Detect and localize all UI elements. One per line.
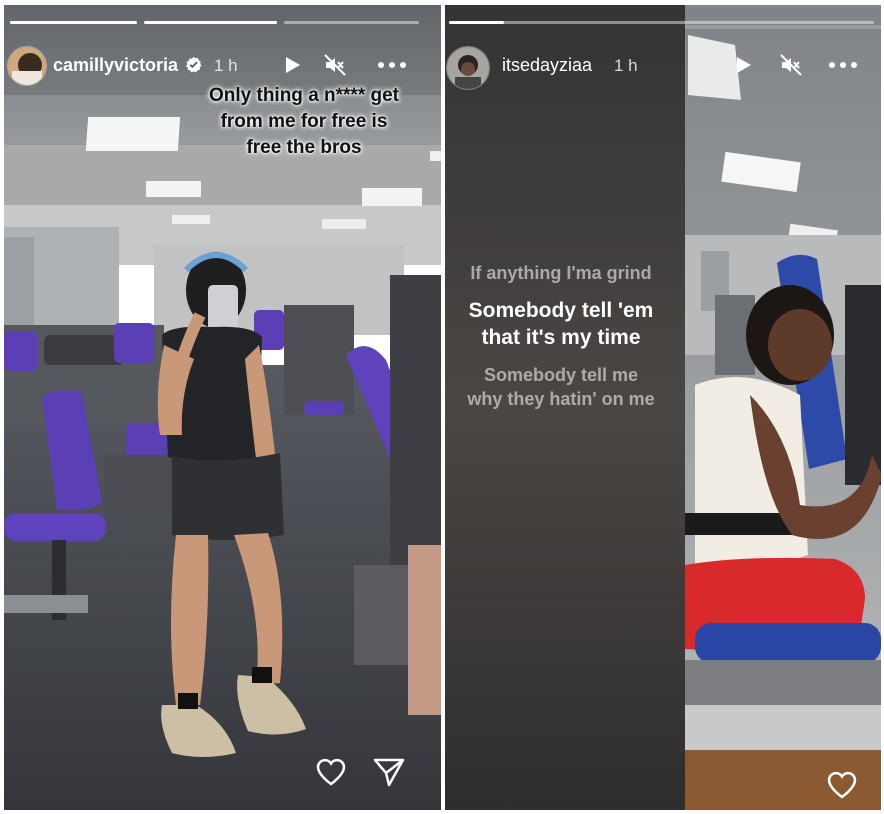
- post-time: 1 h: [614, 56, 638, 75]
- avatar-image: [447, 47, 489, 89]
- progress-segment-1: [10, 21, 137, 24]
- caption-line: free the bros: [246, 137, 362, 158]
- caption-line: Only thing a n**** get: [208, 85, 400, 106]
- lyric-previous: If anything I'ma grind: [470, 263, 652, 283]
- progress-fill: [10, 21, 137, 24]
- story-header: camillyvictoria 1 h: [4, 43, 441, 87]
- play-icon[interactable]: [280, 53, 304, 77]
- avatar[interactable]: [446, 46, 490, 90]
- progress-segment-1: [449, 21, 874, 24]
- heart-icon[interactable]: [825, 768, 859, 802]
- more-icon[interactable]: [376, 53, 408, 77]
- story-right[interactable]: itsedayziaa 1 h If anything I'ma grind S…: [445, 5, 881, 810]
- progress-fill: [144, 21, 277, 24]
- progress-segment-2: [144, 21, 277, 24]
- story-left[interactable]: camillyvictoria 1 h Only thing a n**** g…: [4, 5, 441, 810]
- verified-badge-icon: [185, 56, 202, 73]
- send-icon[interactable]: [372, 755, 406, 789]
- progress-fill: [449, 21, 505, 24]
- mute-icon[interactable]: [779, 53, 803, 77]
- mute-icon[interactable]: [323, 53, 347, 77]
- post-time: 1 h: [214, 56, 238, 75]
- username[interactable]: camillyvictoria: [53, 55, 178, 76]
- story-caption: Only thing a n**** get from me for free …: [174, 83, 434, 161]
- story-header: itsedayziaa 1 h: [445, 43, 881, 90]
- progress-segment-3: [284, 21, 419, 24]
- username[interactable]: itsedayziaa: [502, 55, 592, 76]
- lyric-next-1: Somebody tell me: [483, 365, 639, 385]
- lyric-current-1: Somebody tell 'em: [468, 299, 654, 322]
- lyric-next-2: why they hatin' on me: [467, 389, 655, 409]
- avatar[interactable]: [7, 46, 47, 86]
- more-icon[interactable]: [827, 53, 859, 77]
- play-icon[interactable]: [731, 53, 755, 77]
- caption-line: from me for free is: [220, 111, 388, 132]
- avatar-image: [8, 47, 46, 85]
- lyric-current-2: that it's my time: [481, 326, 641, 349]
- heart-icon[interactable]: [314, 755, 348, 789]
